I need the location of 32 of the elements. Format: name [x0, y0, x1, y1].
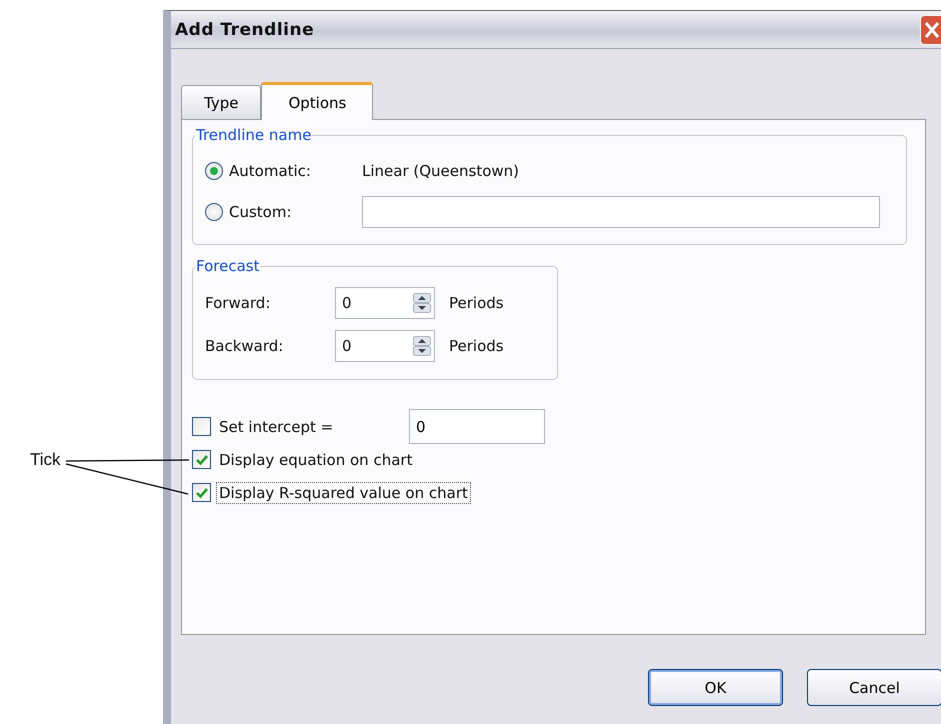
field-label: Forward: [205, 294, 272, 312]
group-title: Forecast [195, 257, 260, 275]
checkbox-label: Display equation on chart [218, 450, 414, 470]
close-icon[interactable] [920, 14, 941, 44]
radio-button[interactable] [205, 162, 223, 180]
window-title: Add Trendline [174, 20, 314, 40]
dialog-button[interactable]: Cancel [807, 669, 941, 706]
radio-label: Automatic: [229, 162, 312, 180]
custom-name-field[interactable] [362, 196, 880, 228]
checkbox-label: Display R-squared value on chart [216, 482, 471, 504]
checkbox[interactable] [192, 483, 211, 502]
annotation-label: Tick [30, 450, 61, 470]
unit-label: Periods [449, 336, 504, 354]
spinner-arrows-icon[interactable] [413, 336, 431, 356]
spinner-arrows-icon[interactable] [413, 292, 431, 312]
spin-field[interactable]: 0 [335, 286, 435, 318]
intercept-field[interactable]: 0 [409, 409, 545, 444]
unit-label: Periods [449, 294, 504, 312]
dialog-button[interactable]: OK [648, 669, 783, 706]
checkmark-icon [194, 486, 208, 500]
group-title: Trendline name [195, 126, 312, 144]
trendline-name-value: Linear (Queenstown) [362, 162, 520, 180]
tab[interactable]: Type [181, 85, 262, 119]
checkbox-label: Set intercept = [218, 416, 334, 438]
radio-button[interactable] [205, 202, 223, 220]
field-label: Backward: [205, 336, 284, 354]
checkbox[interactable] [192, 450, 211, 469]
spin-field[interactable]: 0 [335, 330, 435, 362]
checkbox[interactable] [192, 417, 211, 436]
checkmark-icon [194, 452, 208, 466]
tab[interactable]: Options [261, 82, 374, 120]
radio-label: Custom: [229, 202, 293, 220]
